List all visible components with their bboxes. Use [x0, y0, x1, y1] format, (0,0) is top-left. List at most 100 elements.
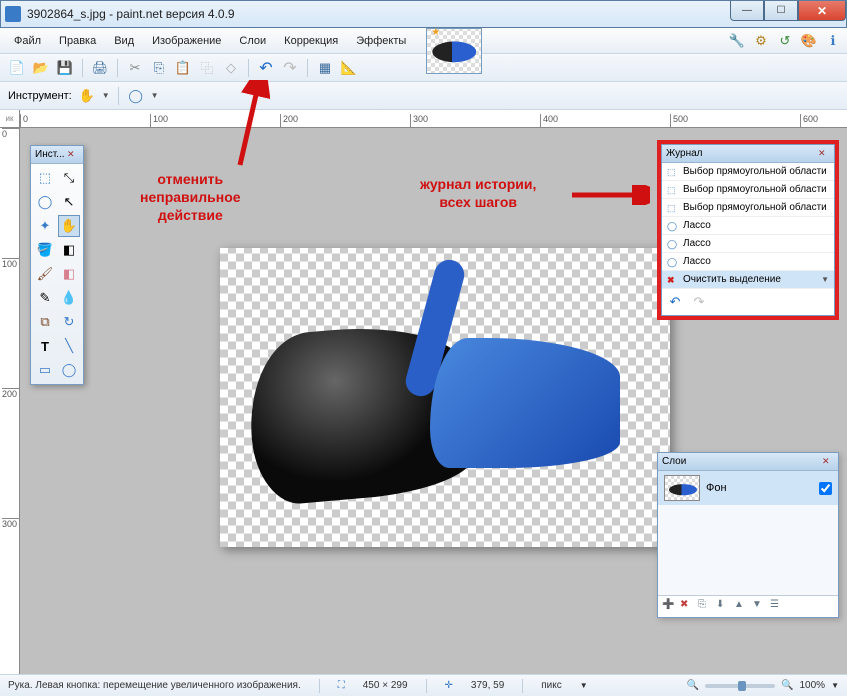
history-item[interactable]: ◯Лассо — [662, 253, 834, 271]
zoom-out-icon[interactable]: 🔍 — [687, 680, 699, 691]
redo-icon[interactable]: ↷ — [690, 293, 708, 311]
titlebar: 3902864_s.jpg - paint.net версия 4.0.9 —… — [0, 0, 847, 28]
redo-button[interactable]: ↷ — [281, 59, 299, 77]
history-item[interactable]: ⬚Выбор прямоугольной области — [662, 181, 834, 199]
tool-line[interactable]: ╲ — [58, 335, 80, 357]
separator — [82, 59, 83, 77]
tool-rect-select[interactable]: ⬚ — [34, 167, 56, 189]
menu-layers[interactable]: Слои — [231, 32, 274, 50]
zoom-slider[interactable] — [705, 684, 775, 688]
layer-visibility-checkbox[interactable] — [819, 482, 832, 495]
move-down-icon[interactable]: ▼ — [752, 599, 767, 614]
tool-brush[interactable]: 🖌 — [34, 263, 56, 285]
tool-pan[interactable]: ✋ — [58, 215, 80, 237]
menu-view[interactable]: Вид — [106, 32, 142, 50]
status-zoom[interactable]: 100% — [800, 680, 826, 691]
status-hint: Рука. Левая кнопка: перемещение увеличен… — [8, 680, 301, 691]
gear-icon[interactable]: ⚙ — [753, 33, 769, 49]
tool-gradient[interactable]: ◧ — [58, 239, 80, 261]
tool-option-icon[interactable]: ◯ — [127, 87, 145, 105]
ruler-tick: 0 — [2, 128, 20, 139]
save-icon[interactable]: 💾 — [56, 59, 74, 77]
cut-icon[interactable]: ✂ — [126, 59, 144, 77]
copy-icon[interactable]: ⎘ — [150, 59, 168, 77]
undo-icon[interactable]: ↶ — [666, 293, 684, 311]
menu-adjust[interactable]: Коррекция — [276, 32, 346, 50]
current-tool-icon[interactable]: ✋ — [78, 87, 96, 105]
close-button[interactable]: ✕ — [798, 1, 846, 21]
tool-recolor[interactable]: ↻ — [58, 311, 80, 333]
menu-image[interactable]: Изображение — [144, 32, 229, 50]
history-footer: ↶ ↷ — [662, 289, 834, 315]
status-unit[interactable]: пикс — [541, 680, 562, 691]
move-up-icon[interactable]: ▲ — [734, 599, 749, 614]
add-layer-icon[interactable]: ➕ — [662, 599, 677, 614]
layers-panel-title[interactable]: Слои ✕ — [658, 453, 838, 471]
deselect-icon[interactable]: ◇ — [222, 59, 240, 77]
close-icon[interactable]: ✕ — [822, 456, 834, 468]
history-item[interactable]: ⬚Выбор прямоугольной области — [662, 199, 834, 217]
tool-magic-wand[interactable]: ✦ — [34, 215, 56, 237]
canvas[interactable] — [220, 248, 670, 547]
tool-pencil[interactable]: ✎ — [34, 287, 56, 309]
tool-rectangle[interactable]: ▭ — [34, 359, 56, 381]
layer-item[interactable]: Фон — [658, 471, 838, 505]
layers-panel[interactable]: Слои ✕ Фон ➕ ✖ ⎘ ⬇ ▲ ▼ ☰ — [657, 452, 839, 618]
wrench-icon[interactable]: 🔧 — [729, 33, 745, 49]
ruler-tick: 200 — [2, 388, 20, 399]
zoom-in-icon[interactable]: 🔍 — [781, 680, 793, 691]
tool-option-dropdown-icon[interactable]: ▼ — [151, 91, 159, 100]
close-icon[interactable]: ✕ — [818, 148, 830, 160]
print-icon[interactable]: 🖨 — [91, 59, 109, 77]
tool-paint-bucket[interactable]: 🪣 — [34, 239, 56, 261]
tools-panel-title[interactable]: Инст... ✕ — [31, 146, 83, 164]
minimize-button[interactable]: — — [730, 1, 764, 21]
open-icon[interactable]: 📂 — [32, 59, 50, 77]
annotation-undo: отменить неправильное действие — [140, 170, 241, 225]
status-coords: 379, 59 — [471, 680, 504, 691]
tool-color-picker[interactable]: 💧 — [58, 287, 80, 309]
history-panel-title[interactable]: Журнал ✕ — [662, 145, 834, 163]
tools-panel[interactable]: Инст... ✕ ⬚ ⤡ ◯ ↖ ✦ ✋ 🪣 ◧ 🖌 ◧ ✎ 💧 ⧉ ↻ T … — [30, 145, 84, 385]
tool-text[interactable]: T — [34, 335, 56, 357]
chevron-down-icon[interactable]: ▼ — [831, 681, 839, 690]
duplicate-layer-icon[interactable]: ⎘ — [698, 599, 713, 614]
tool-dropdown-icon[interactable]: ▼ — [102, 91, 110, 100]
tool-move-selection[interactable]: ⤡ — [58, 167, 80, 189]
history-item-selected[interactable]: ✖Очистить выделение▼ — [662, 271, 834, 289]
tool-lasso[interactable]: ◯ — [34, 191, 56, 213]
separator — [319, 679, 320, 693]
merge-down-icon[interactable]: ⬇ — [716, 599, 731, 614]
ruler-icon[interactable]: 📐 — [340, 59, 358, 77]
layer-thumbnail — [664, 475, 700, 501]
history-item[interactable]: ◯Лассо — [662, 235, 834, 253]
new-icon[interactable]: 📄 — [8, 59, 26, 77]
history-item[interactable]: ◯Лассо — [662, 217, 834, 235]
undo-button[interactable]: ↶ — [257, 59, 275, 77]
chevron-down-icon[interactable]: ▼ — [580, 681, 588, 690]
menu-file[interactable]: Файл — [6, 32, 49, 50]
crop-icon[interactable]: ⿻ — [198, 59, 216, 77]
tool-shapes[interactable]: ◯ — [58, 359, 80, 381]
image-thumbnail[interactable]: ★ — [426, 28, 482, 74]
tool-move-pixels[interactable]: ↖ — [58, 191, 80, 213]
separator — [307, 59, 308, 77]
grid-icon[interactable]: ▦ — [316, 59, 334, 77]
delete-layer-icon[interactable]: ✖ — [680, 599, 695, 614]
lasso-icon: ◯ — [667, 257, 679, 267]
palette-icon[interactable]: 🎨 — [801, 33, 817, 49]
layer-properties-icon[interactable]: ☰ — [770, 599, 785, 614]
slider-thumb[interactable] — [738, 681, 746, 691]
tool-clone[interactable]: ⧉ — [34, 311, 56, 333]
paste-icon[interactable]: 📋 — [174, 59, 192, 77]
tools-panel-label: Инст... — [35, 149, 65, 160]
about-icon[interactable]: ℹ — [825, 33, 841, 49]
history-item[interactable]: ⬚Выбор прямоугольной области — [662, 163, 834, 181]
maximize-button[interactable]: ☐ — [764, 1, 798, 21]
menu-effects[interactable]: Эффекты — [348, 32, 414, 50]
tool-eraser[interactable]: ◧ — [58, 263, 80, 285]
chevron-down-icon[interactable]: ▼ — [821, 275, 829, 284]
close-icon[interactable]: ✕ — [67, 149, 79, 161]
menu-edit[interactable]: Правка — [51, 32, 104, 50]
history-shortcut-icon[interactable]: ↺ — [777, 33, 793, 49]
